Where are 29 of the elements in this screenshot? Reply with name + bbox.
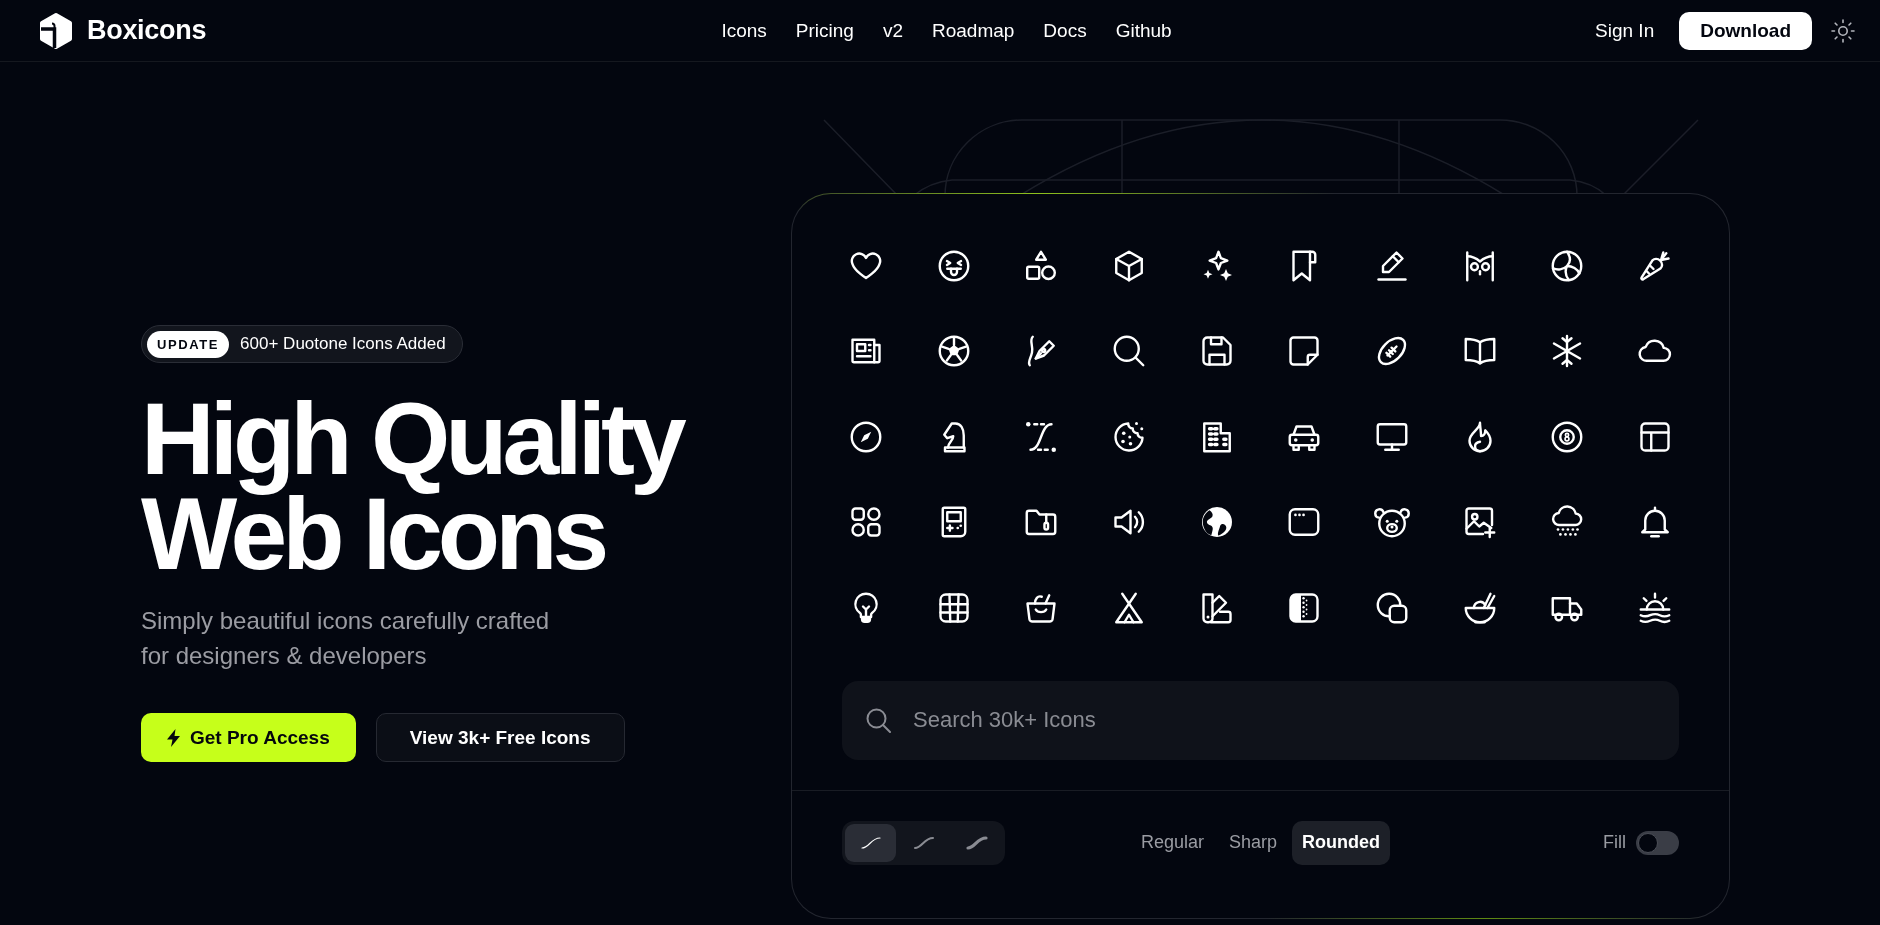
search-field[interactable]: Search 30k+ Icons xyxy=(842,680,1679,760)
curve-icon xyxy=(965,835,988,850)
fill-label: Fill xyxy=(1603,832,1626,853)
stroke-option[interactable] xyxy=(845,823,896,862)
pro-access-button[interactable]: Get Pro Access xyxy=(141,713,356,762)
hero-title: High Quality Web Icons xyxy=(141,392,684,582)
style-tab[interactable]: Rounded xyxy=(1292,820,1391,865)
hero-subtitle: Simply beautiful icons carefully crafted for designers & developers xyxy=(141,606,551,671)
lightning-icon xyxy=(167,728,180,747)
nav-link[interactable]: Roadmap xyxy=(931,19,1015,42)
sign-in-link[interactable]: Sign In xyxy=(1595,19,1655,42)
nav-link[interactable]: Docs xyxy=(1043,19,1087,42)
brand-name[interactable]: Boxicons xyxy=(87,15,207,46)
free-icons-button[interactable]: View 3k+ Free Icons xyxy=(375,713,625,762)
nav-link[interactable]: Pricing xyxy=(795,19,854,42)
search-icon xyxy=(866,707,891,733)
fill-toggle[interactable] xyxy=(1636,830,1679,855)
nav-link[interactable]: v2 xyxy=(882,19,903,42)
style-tab[interactable]: Sharp xyxy=(1219,820,1288,865)
nav-link[interactable]: Github xyxy=(1115,19,1172,42)
sun-icon[interactable] xyxy=(1831,18,1855,43)
style-tab[interactable]: Regular xyxy=(1130,820,1214,865)
curve-icon xyxy=(859,835,882,850)
curve-icon xyxy=(912,835,935,850)
badge-text: 600+ Duotone Icons Added xyxy=(240,334,446,354)
update-tag: UPDATE xyxy=(147,330,230,358)
nav-link[interactable]: Icons xyxy=(721,19,767,42)
download-button[interactable]: Download xyxy=(1679,11,1812,50)
logo-icon[interactable] xyxy=(38,11,74,50)
